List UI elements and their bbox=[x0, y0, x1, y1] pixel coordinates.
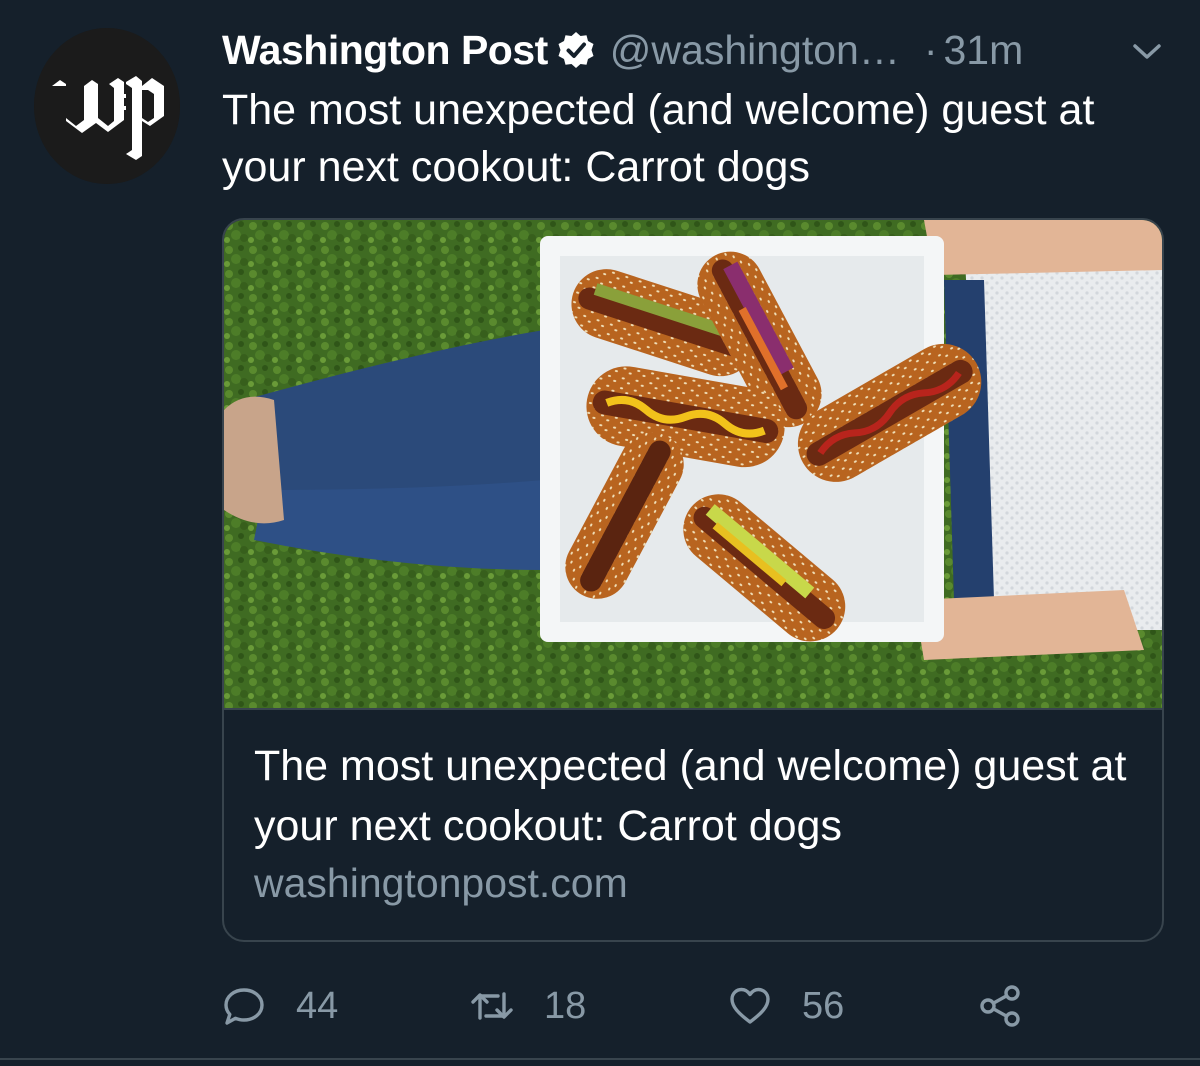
tweet-text: The most unexpected (and welcome) guest … bbox=[222, 86, 1095, 191]
card-domain: washingtonpost.com bbox=[254, 860, 628, 906]
heart-icon bbox=[728, 984, 772, 1028]
like-button[interactable]: 56 bbox=[728, 976, 844, 1036]
retweet-icon bbox=[470, 984, 514, 1028]
author-display-name[interactable]: Washington Post bbox=[222, 27, 548, 74]
retweet-button[interactable]: 18 bbox=[470, 976, 586, 1036]
link-card[interactable]: The most unexpected (and welcome) guest … bbox=[222, 218, 1164, 942]
tweet-timestamp[interactable]: 31m bbox=[944, 27, 1024, 74]
share-button[interactable] bbox=[978, 976, 1022, 1036]
reply-bubble-icon bbox=[222, 984, 266, 1028]
card-divider bbox=[224, 708, 1162, 710]
reply-count: 44 bbox=[296, 984, 339, 1027]
like-count: 56 bbox=[802, 984, 845, 1027]
washington-post-logo bbox=[34, 28, 180, 184]
tweet[interactable]: Washington Post @washington… · 31m The m… bbox=[0, 0, 1200, 1066]
avatar[interactable] bbox=[34, 28, 180, 184]
tweet-header: Washington Post @washington… · 31m bbox=[222, 20, 1182, 80]
tweet-actions: 44 18 56 bbox=[222, 976, 1062, 1036]
card-title[interactable]: The most unexpected (and welcome) guest … bbox=[254, 736, 1134, 856]
header-separator: · bbox=[923, 26, 938, 73]
tweet-divider bbox=[0, 1058, 1200, 1060]
verified-badge-icon bbox=[556, 30, 596, 70]
chevron-down-icon[interactable] bbox=[1132, 42, 1162, 62]
retweet-count: 18 bbox=[544, 984, 587, 1027]
share-icon bbox=[978, 984, 1022, 1028]
reply-button[interactable]: 44 bbox=[222, 976, 338, 1036]
card-image[interactable] bbox=[224, 220, 1162, 708]
author-handle[interactable]: @washington… bbox=[610, 27, 900, 74]
